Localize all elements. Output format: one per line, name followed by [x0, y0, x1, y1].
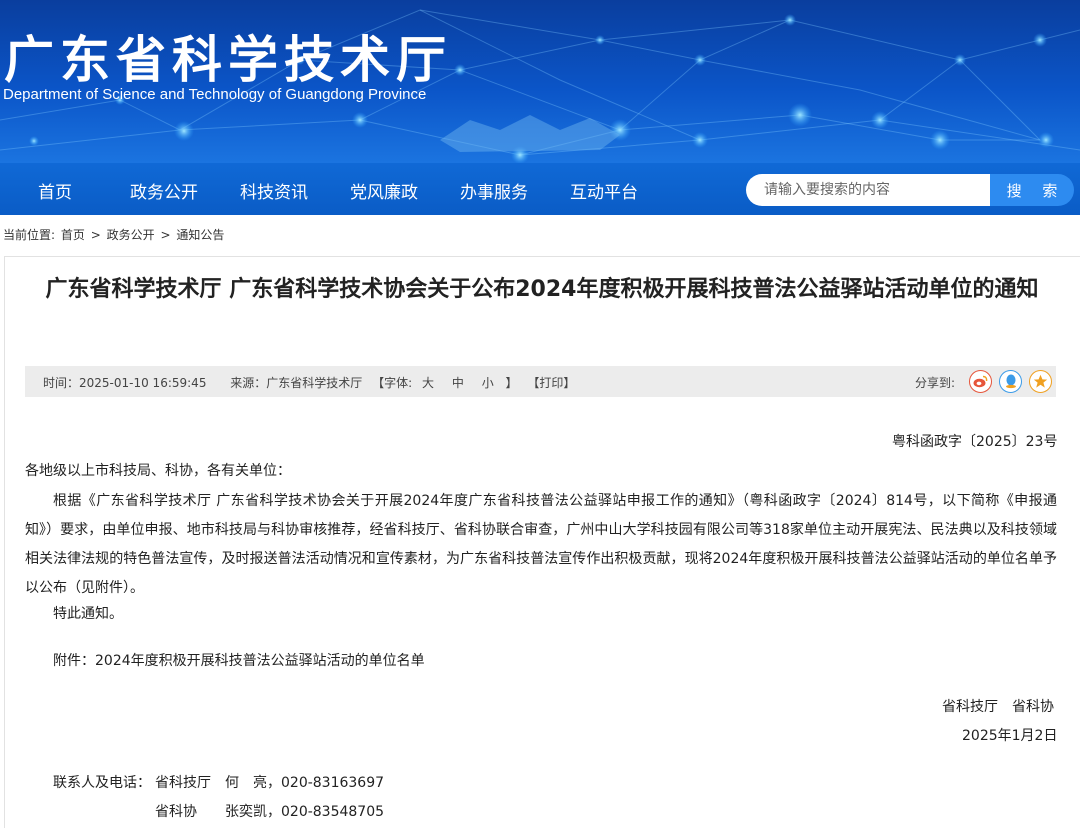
breadcrumb-prefix: 当前位置: — [3, 228, 56, 242]
salutation: 各地级以上市科技局、科协，各有关单位： — [25, 463, 291, 479]
publish-time: 时间：2025-01-10 16:59:45 — [43, 376, 207, 390]
search-box — [746, 174, 990, 206]
qzone-icon[interactable] — [1029, 370, 1052, 393]
site-title: 广东省科学技术厅 — [4, 31, 452, 89]
font-medium-link[interactable]: 中 — [452, 376, 464, 390]
nav-home[interactable]: 首页 — [38, 178, 72, 203]
main-paragraph: 根据《广东省科学技术厅 广东省科学技术协会关于开展2024年度广东省科技普法公益… — [25, 493, 1057, 596]
print-link[interactable]: 【打印】 — [527, 376, 575, 390]
breadcrumb-home[interactable]: 首页 — [61, 228, 85, 242]
contact-1: 省科技厅 何 亮，020-83163697 — [155, 775, 385, 791]
font-large-link[interactable]: 大 — [422, 376, 434, 390]
article-title: 广东省科学技术厅 广东省科学技术协会关于公布2024年度积极开展科技普法公益驿站… — [45, 277, 1039, 302]
search-button[interactable]: 搜 索 — [990, 174, 1074, 206]
breadcrumb-separator: > — [160, 228, 171, 242]
nav-party-integrity[interactable]: 党风廉政 — [350, 178, 418, 203]
attachment-link[interactable]: 附件：2024年度积极开展科技普法公益驿站活动的单位名单 — [53, 650, 425, 670]
weibo-icon[interactable] — [969, 370, 992, 393]
contact-2: 省科协 张奕凯，020-83548705 — [155, 804, 385, 820]
nav-government-affairs[interactable]: 政务公开 — [130, 178, 198, 203]
article-meta-bar: 时间：2025-01-10 16:59:45 来源：广东省科学技术厅 【字体: … — [25, 366, 1056, 397]
contact-label: 联系人及电话： — [53, 775, 151, 791]
font-small-link[interactable]: 小 — [482, 376, 494, 390]
nav-interaction[interactable]: 互动平台 — [570, 178, 638, 203]
document-number: 粤科函政字〔2025〕23号 — [892, 434, 1058, 450]
breadcrumb-separator: > — [90, 228, 101, 242]
nav-tech-news[interactable]: 科技资讯 — [240, 178, 308, 203]
signature: 省科技厅 省科协 — [942, 699, 1054, 715]
meta-info: 时间：2025-01-10 16:59:45 来源：广东省科学技术厅 【字体: … — [43, 374, 575, 391]
search-input[interactable] — [764, 174, 984, 206]
signature-date: 2025年1月2日 — [962, 728, 1058, 744]
article-source: 来源：广东省科学技术厅 — [230, 376, 363, 390]
breadcrumb-notices[interactable]: 通知公告 — [176, 228, 224, 242]
closing-text: 特此通知。 — [53, 606, 123, 622]
qq-icon[interactable] — [999, 370, 1022, 393]
breadcrumb: 当前位置: 首页 > 政务公开 > 通知公告 — [3, 226, 226, 243]
breadcrumb-government-affairs[interactable]: 政务公开 — [107, 228, 155, 242]
font-size-close: 】 — [505, 376, 518, 390]
nav-services[interactable]: 办事服务 — [460, 178, 528, 203]
share-label: 分享到: — [915, 376, 956, 390]
site-subtitle: Department of Science and Technology of … — [3, 86, 427, 103]
font-size-label: 【字体: — [372, 376, 413, 390]
header-banner: 广东省科学技术厅 Department of Science and Techn… — [0, 0, 1080, 163]
